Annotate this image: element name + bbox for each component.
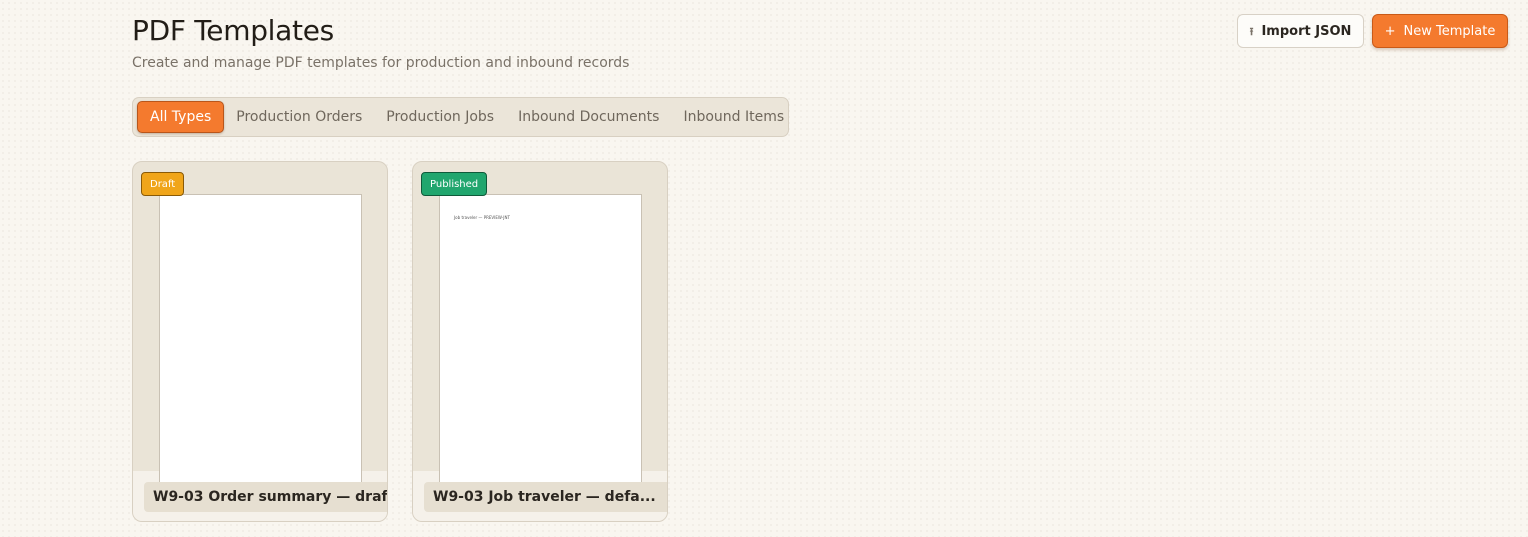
- new-template-button[interactable]: + New Template: [1372, 14, 1508, 48]
- template-card[interactable]: Published Job traveler — PREVIEW-JNT W9-…: [412, 161, 668, 522]
- new-template-label: New Template: [1403, 23, 1496, 39]
- plus-icon: +: [1384, 23, 1396, 39]
- tab-production-jobs[interactable]: Production Jobs: [374, 101, 506, 133]
- type-filter-tabs: All Types Production Orders Production J…: [132, 97, 789, 137]
- status-badge: Published: [421, 172, 488, 196]
- tab-production-orders[interactable]: Production Orders: [224, 101, 374, 133]
- page-title: PDF Templates: [132, 14, 334, 47]
- status-badge: Draft: [141, 172, 185, 196]
- tab-inbound-documents[interactable]: Inbound Documents: [506, 101, 671, 133]
- page-subtitle: Create and manage PDF templates for prod…: [132, 55, 630, 71]
- template-preview: Job traveler — PREVIEW-JNT: [439, 194, 642, 489]
- tab-inbound-items[interactable]: Inbound Items: [671, 101, 796, 133]
- template-name: W9-03 Job traveler — defa... ☆: [424, 482, 667, 512]
- upload-icon: ⭱: [1249, 24, 1254, 38]
- pdf-templates-page: PDF Templates Create and manage PDF temp…: [0, 0, 1528, 537]
- template-name-text: W9-03 Job traveler — defa...: [433, 489, 656, 505]
- template-card[interactable]: Draft W9-03 Order summary — draft: [132, 161, 388, 522]
- preview-text: Job traveler — PREVIEW-JNT: [454, 215, 510, 220]
- import-json-label: Import JSON: [1261, 23, 1352, 39]
- template-name: W9-03 Order summary — draft: [144, 482, 388, 512]
- tab-all-types[interactable]: All Types: [137, 101, 225, 133]
- import-json-button[interactable]: ⭱ Import JSON: [1237, 14, 1364, 48]
- template-preview: [159, 194, 362, 489]
- template-name-text: W9-03 Order summary — draft: [153, 489, 388, 505]
